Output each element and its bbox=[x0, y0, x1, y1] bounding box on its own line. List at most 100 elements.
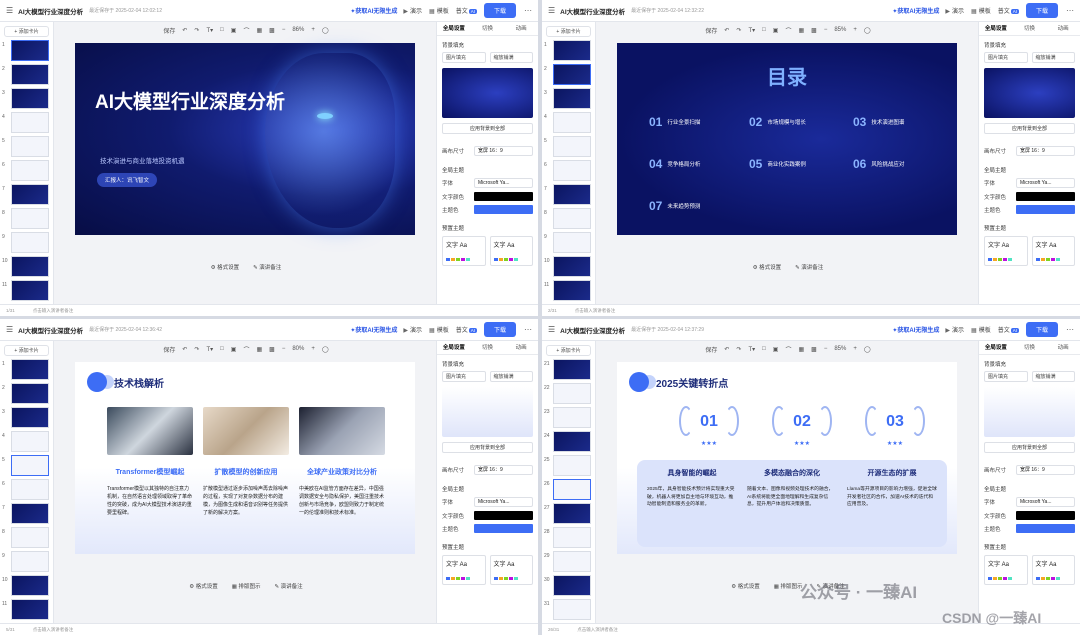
fit-icon[interactable]: ◯ bbox=[864, 27, 871, 34]
preset-theme-card[interactable]: 文字 Aa bbox=[984, 236, 1028, 266]
ellipsis-icon[interactable]: ⋯ bbox=[1066, 325, 1074, 334]
text-icon[interactable]: T▾ bbox=[206, 27, 213, 34]
ai-generate-button[interactable]: ✦获取AI无限生成 bbox=[350, 6, 397, 15]
doc-title[interactable]: AI大模型行业深度分析 bbox=[560, 325, 625, 335]
table-icon[interactable]: ▦ bbox=[798, 27, 804, 34]
ai-generate-button[interactable]: ✦获取AI无限生成 bbox=[350, 325, 397, 334]
format-settings-button[interactable]: ⚙ 格式设置 bbox=[187, 581, 219, 591]
slide-thumbnail[interactable] bbox=[553, 160, 591, 181]
theme-color-swatch[interactable] bbox=[1016, 205, 1075, 214]
text-color-swatch[interactable] bbox=[474, 511, 533, 520]
slide-thumbnail[interactable] bbox=[553, 208, 591, 229]
preset-theme-card[interactable]: 文字 Aa bbox=[489, 555, 533, 585]
ellipsis-icon[interactable]: ⋯ bbox=[1066, 6, 1074, 15]
save-button[interactable]: 保存 bbox=[705, 345, 717, 354]
slide-thumbnail[interactable] bbox=[11, 112, 49, 133]
zoom-in-icon[interactable]: + bbox=[311, 346, 315, 352]
table-icon[interactable]: ▦ bbox=[798, 346, 804, 353]
tech-title[interactable]: 全球产业政策对比分析 bbox=[299, 467, 385, 477]
present-button[interactable]: ▶ 演示 bbox=[945, 325, 964, 334]
fill-mode-select[interactable]: 缩放铺满 bbox=[1031, 52, 1075, 63]
presenter-badge[interactable]: 汇报人：讯飞智文 bbox=[97, 173, 158, 187]
download-button[interactable]: 下载 bbox=[1025, 322, 1058, 337]
zoom-level[interactable]: 85% bbox=[834, 346, 846, 352]
shape-icon[interactable]: □ bbox=[762, 27, 766, 33]
fill-type-select[interactable]: 图片填充 bbox=[984, 52, 1028, 63]
flagship-button[interactable]: 普文 AI bbox=[456, 325, 477, 334]
slide-thumbnail[interactable] bbox=[553, 232, 591, 253]
chart-icon[interactable]: ▩ bbox=[269, 346, 275, 353]
table-icon[interactable]: ▦ bbox=[256, 346, 262, 353]
format-settings-button[interactable]: ⚙ 格式设置 bbox=[751, 262, 783, 272]
text-color-swatch[interactable] bbox=[474, 192, 533, 201]
theme-color-swatch[interactable] bbox=[1016, 524, 1075, 533]
slide-thumbnail[interactable] bbox=[11, 527, 49, 548]
zoom-out-icon[interactable]: − bbox=[824, 346, 828, 352]
slide-canvas[interactable]: 技术栈解析 Transformer模型崛起 Transformer模型以其独特的自注… bbox=[75, 362, 415, 554]
tab-2[interactable]: 动画 bbox=[1046, 341, 1080, 354]
chart-icon[interactable]: ▩ bbox=[811, 346, 817, 353]
canvas-size-select[interactable]: 宽屏 16：9 bbox=[474, 146, 533, 156]
tab-2[interactable]: 动画 bbox=[1046, 22, 1080, 35]
font-select[interactable]: Microsoft Ya... bbox=[474, 497, 533, 507]
canvas-size-select[interactable]: 宽屏 16：9 bbox=[474, 465, 533, 475]
preset-theme-card[interactable]: 文字 Aa bbox=[984, 555, 1028, 585]
zoom-level[interactable]: 85% bbox=[834, 27, 846, 33]
theme-color-swatch[interactable] bbox=[474, 205, 533, 214]
flagship-button[interactable]: 普文 AI bbox=[998, 325, 1019, 334]
slide-title[interactable]: AI大模型行业深度分析 bbox=[95, 91, 315, 115]
slide-thumbnail[interactable] bbox=[11, 551, 49, 572]
slide-thumbnail[interactable] bbox=[11, 136, 49, 157]
slide-title[interactable]: 技术栈解析 bbox=[114, 375, 164, 390]
text-color-swatch[interactable] bbox=[1016, 511, 1075, 520]
menu-icon[interactable]: ☰ bbox=[6, 6, 13, 15]
toc-item[interactable]: 04 竞争格局分析 bbox=[649, 157, 700, 171]
slide-thumbnail[interactable] bbox=[11, 88, 49, 109]
toc-item[interactable]: 02 市场规模与增长 bbox=[749, 115, 806, 129]
background-preview[interactable] bbox=[442, 387, 533, 437]
slide-thumbnail[interactable] bbox=[11, 280, 49, 301]
slide-thumbnail[interactable] bbox=[553, 479, 591, 500]
slide-thumbnail[interactable] bbox=[553, 383, 591, 404]
present-button[interactable]: ▶ 演示 bbox=[945, 6, 964, 15]
slide-thumbnail[interactable] bbox=[553, 359, 591, 380]
trend-title[interactable]: 开源生态的扩展 bbox=[847, 468, 937, 478]
speaker-notes-button[interactable]: ✎ 演讲备注 bbox=[251, 262, 283, 272]
preset-theme-card[interactable]: 文字 Aa bbox=[1031, 236, 1075, 266]
zoom-out-icon[interactable]: − bbox=[282, 27, 286, 33]
zoom-out-icon[interactable]: − bbox=[824, 27, 828, 33]
zoom-in-icon[interactable]: + bbox=[311, 27, 315, 33]
slide-title[interactable]: 2025关键转折点 bbox=[656, 375, 728, 390]
fill-mode-select[interactable]: 缩放铺满 bbox=[489, 371, 533, 382]
undo-icon[interactable]: ↶ bbox=[182, 27, 187, 34]
add-slide-button[interactable]: + 添加卡片 bbox=[546, 26, 591, 37]
ellipsis-icon[interactable]: ⋯ bbox=[524, 6, 532, 15]
image-icon[interactable]: ▣ bbox=[773, 346, 779, 353]
text-icon[interactable]: T▾ bbox=[748, 346, 755, 353]
image-icon[interactable]: ▣ bbox=[231, 346, 237, 353]
slide-thumbnail[interactable] bbox=[11, 208, 49, 229]
tech-image[interactable] bbox=[107, 407, 193, 455]
trend-body[interactable]: 随着文本、图像和视频处理技术的融合，AI系统将能更全面地理解和生成复杂信息，提升… bbox=[747, 486, 837, 509]
apply-bg-all-button[interactable]: 应用背景到全部 bbox=[442, 123, 533, 134]
slide-thumbnail[interactable] bbox=[11, 256, 49, 277]
format-settings-button[interactable]: ⚙ 格式设置 bbox=[729, 581, 761, 591]
template-button[interactable]: ▦ 模板 bbox=[429, 6, 449, 15]
slide-thumbnail[interactable] bbox=[553, 599, 591, 620]
background-preview[interactable] bbox=[442, 68, 533, 118]
fill-type-select[interactable]: 图片填充 bbox=[442, 371, 486, 382]
redo-icon[interactable]: ↷ bbox=[736, 27, 741, 34]
tab-0[interactable]: 全局设置 bbox=[979, 341, 1013, 354]
apply-bg-all-button[interactable]: 应用背景到全部 bbox=[984, 123, 1075, 134]
trend-body[interactable]: 2025年，具身智能技术预计将实现重大突破，机器人将更加自主地与环境互动，推动智… bbox=[647, 486, 737, 509]
flagship-button[interactable]: 普文 AI bbox=[456, 6, 477, 15]
fill-type-select[interactable]: 图片填充 bbox=[442, 52, 486, 63]
trend-body[interactable]: Llama等开源项目的影响力增强，促进全球开发者社区的合作，加速AI技术的迭代和… bbox=[847, 486, 937, 509]
tech-body[interactable]: 扩散模型通过逐步添加噪声再去除噪声的过程，实现了对复杂数据分布的建模，为图像生成… bbox=[203, 485, 289, 517]
ellipsis-icon[interactable]: ⋯ bbox=[524, 325, 532, 334]
slide-thumbnail[interactable] bbox=[11, 575, 49, 596]
text-color-swatch[interactable] bbox=[1016, 192, 1075, 201]
slide-thumbnail[interactable] bbox=[553, 280, 591, 301]
preset-theme-card[interactable]: 文字 Aa bbox=[442, 236, 486, 266]
font-select[interactable]: Microsoft Ya... bbox=[474, 178, 533, 188]
